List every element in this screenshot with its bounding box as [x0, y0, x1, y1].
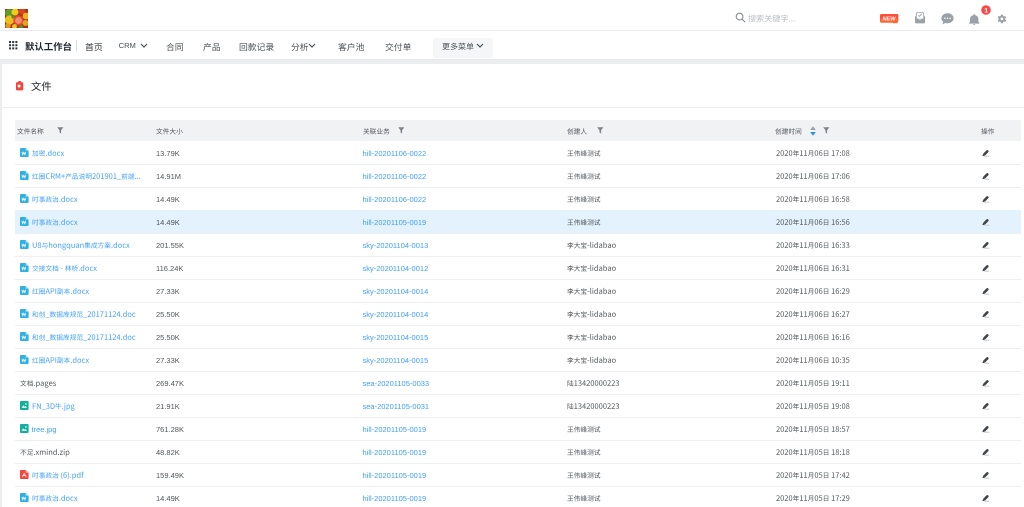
svg-text:NEW: NEW [882, 17, 896, 23]
svg-text:1: 1 [984, 7, 988, 14]
